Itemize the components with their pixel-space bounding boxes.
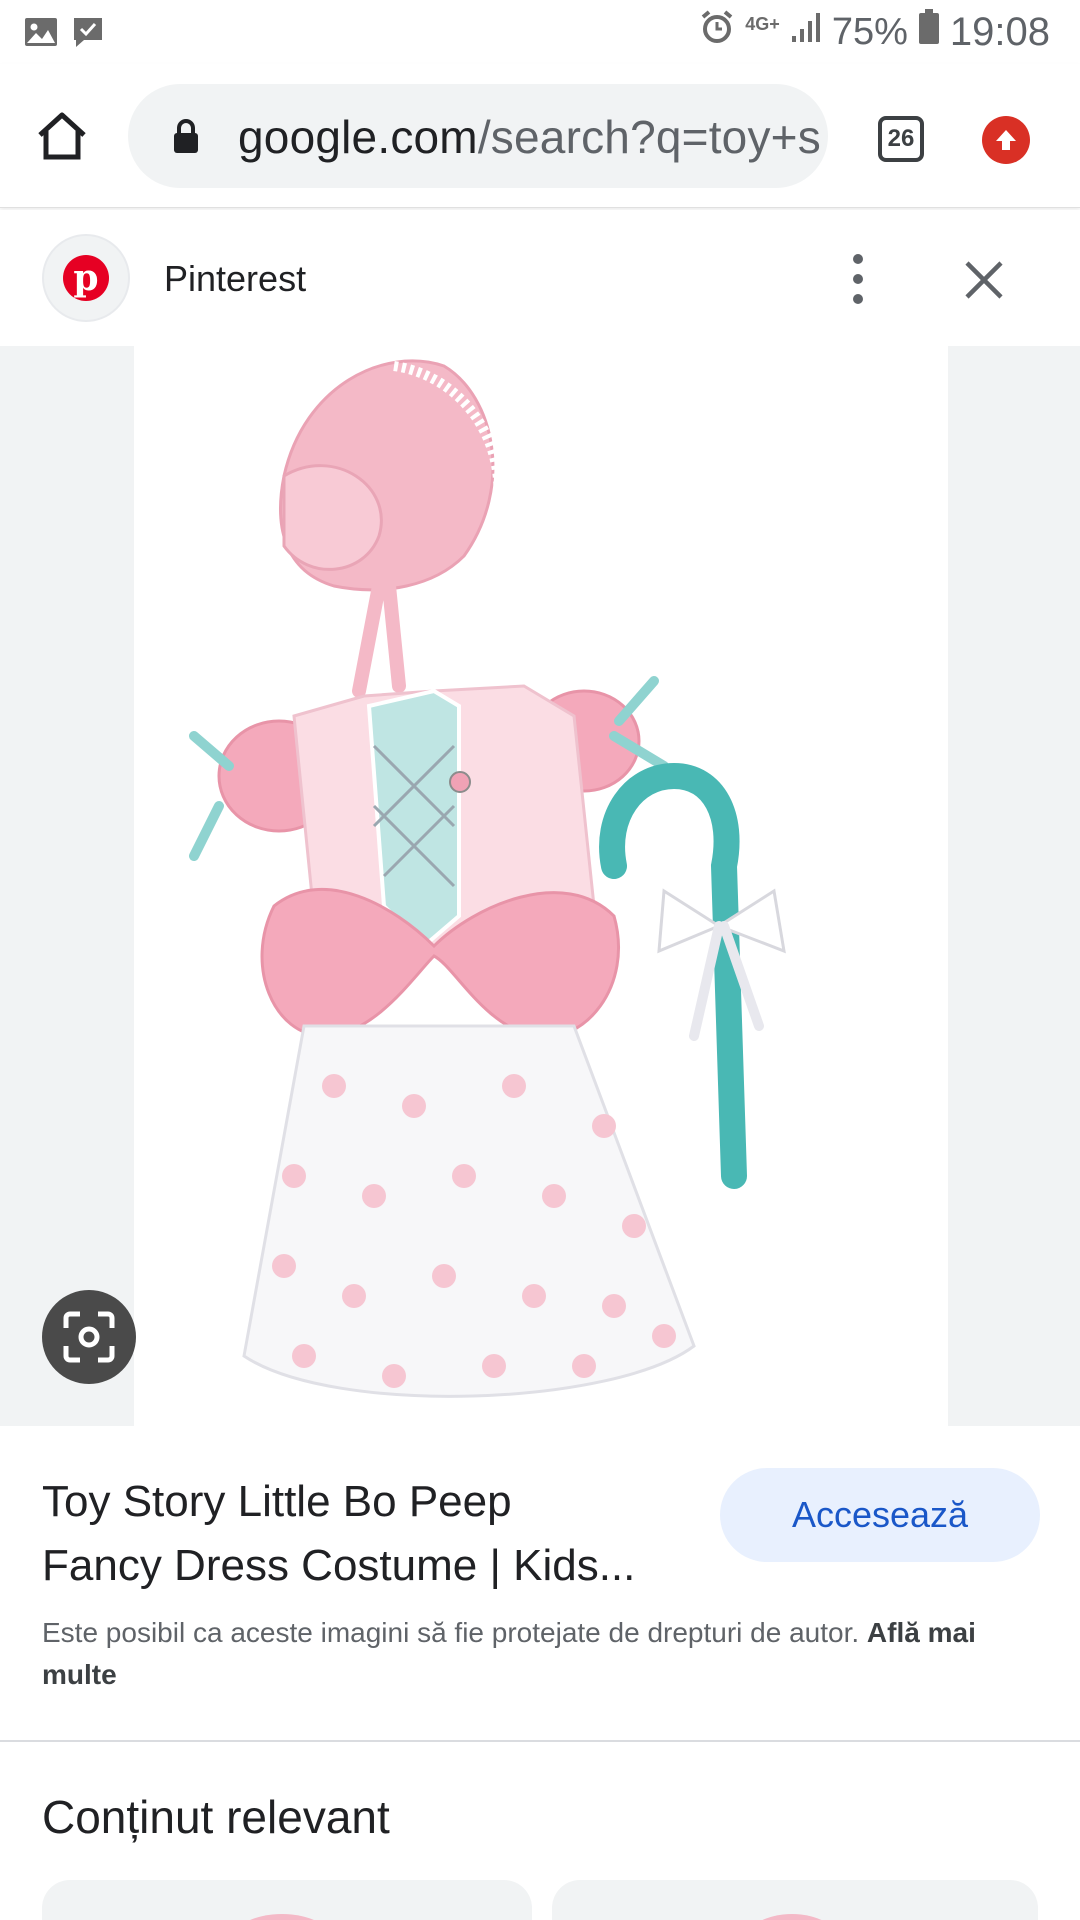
tab-count: 26 [887,125,915,152]
browser-toolbar: google.com/search?q=toy+s 26 [0,64,1080,208]
home-icon [38,112,86,160]
home-button[interactable] [30,104,94,168]
close-icon[interactable] [962,258,1006,302]
url-domain: google.com [238,111,478,163]
battery-percent: 75% [831,10,908,53]
staff-illustration [599,762,786,1189]
lens-icon [63,1311,115,1363]
url-text: google.com/search?q=toy+s [238,110,821,164]
google-lens-button[interactable] [42,1290,136,1384]
network-type-label: 4G+ [745,13,780,34]
image-source-header: p Pinterest [0,210,1080,346]
preview-image[interactable] [134,346,948,1426]
related-card[interactable] [552,1880,1038,1920]
related-content-heading: Conținut relevant [42,1791,390,1843]
tab-switcher-button[interactable]: 26 [878,116,924,162]
result-title[interactable]: Toy Story Little Bo Peep Fancy Dress Cos… [42,1470,702,1598]
pinterest-logo-icon: p [63,255,109,301]
message-notification-icon [72,16,104,53]
update-button[interactable] [982,116,1030,164]
alarm-icon [699,9,735,55]
status-bar: 4G+ 75% 19:08 [0,0,1080,64]
visit-button[interactable]: Accesează [720,1468,1040,1562]
battery-icon [918,9,940,55]
source-name[interactable]: Pinterest [164,258,306,300]
copyright-text: Este posibil ca aceste imagini să fie pr… [42,1617,867,1648]
clock: 19:08 [949,9,1050,54]
more-options-icon[interactable] [842,254,874,304]
url-path: /search?q=toy+s [477,111,821,163]
address-bar[interactable]: google.com/search?q=toy+s [128,84,828,188]
arrow-up-icon [996,130,1016,150]
section-divider [0,1740,1080,1742]
dress-illustration [189,676,696,1398]
image-preview [0,346,1080,1426]
related-card[interactable] [42,1880,532,1920]
copyright-notice: Este posibil ca aceste imagini să fie pr… [42,1612,1042,1696]
lock-icon [172,118,200,159]
signal-icon [790,10,822,54]
result-title-line-2: Fancy Dress Costume | Kids... [42,1541,636,1590]
source-favicon: p [42,234,130,322]
result-title-line-1: Toy Story Little Bo Peep [42,1477,512,1526]
bonnet-illustration [279,359,504,698]
gallery-notification-icon [24,17,58,52]
